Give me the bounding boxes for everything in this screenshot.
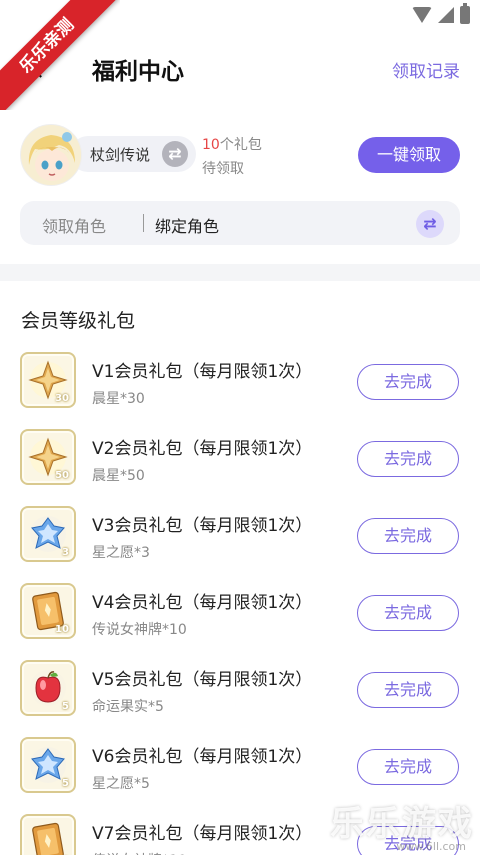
complete-task-button[interactable]: 去完成 (357, 364, 459, 400)
status-bar (0, 0, 480, 32)
quantity-badge: 50 (55, 470, 69, 481)
swap-icon[interactable]: ⇄ (162, 141, 188, 167)
gift-reward: 晨星*50 (92, 468, 145, 484)
blue-gem-icon: 5 (20, 737, 76, 793)
quantity-badge: 10 (55, 624, 69, 635)
role-name: 杖剑传说 (90, 146, 151, 164)
card-icon: 10 (20, 583, 76, 639)
user-summary: 杖剑传说 ⇄ 10个礼包 待领取 一键领取 (0, 122, 480, 192)
complete-task-button[interactable]: 去完成 (357, 672, 459, 708)
gift-row: 3 V3会员礼包（每月限领1次） 星之愿*3 去完成 (0, 506, 480, 566)
gift-title: V2会员礼包（每月限领1次） (92, 439, 313, 459)
divider (143, 214, 144, 232)
gift-reward: 晨星*30 (92, 391, 145, 407)
header: 福利中心 领取记录 (0, 40, 480, 96)
bind-role-row[interactable]: 领取角色 绑定角色 ⇄ (20, 201, 460, 245)
brand-watermark: 乐乐游戏 (330, 804, 474, 844)
back-button[interactable] (26, 54, 56, 84)
gift-reward: 传说女神牌*10 (92, 622, 187, 638)
complete-task-button[interactable]: 去完成 (357, 595, 459, 631)
red-fruit-icon: 5 (20, 660, 76, 716)
pending-label: 待领取 (202, 161, 244, 177)
battery-icon (460, 3, 470, 24)
gift-reward: 命运果实*5 (92, 699, 164, 715)
wifi-icon (412, 7, 432, 23)
gift-title: V4会员礼包（每月限领1次） (92, 593, 313, 613)
gift-count: 10个礼包 (202, 137, 262, 153)
complete-task-button[interactable]: 去完成 (357, 518, 459, 554)
gift-row: 50 V2会员礼包（每月限领1次） 晨星*50 去完成 (0, 429, 480, 489)
quantity-badge: 5 (62, 778, 69, 789)
gift-title: V6会员礼包（每月限领1次） (92, 747, 313, 767)
bind-role-label: 领取角色 (42, 217, 107, 236)
section-divider (0, 264, 480, 281)
quantity-badge: 30 (55, 393, 69, 404)
bind-role-value: 绑定角色 (155, 217, 220, 236)
claim-all-button[interactable]: 一键领取 (358, 137, 460, 173)
role-switch[interactable]: 杖剑传说 ⇄ (70, 136, 196, 172)
gift-title: V3会员礼包（每月限领1次） (92, 516, 313, 536)
blue-gem-icon: 3 (20, 506, 76, 562)
gift-row: 10 V4会员礼包（每月限领1次） 传说女神牌*10 去完成 (0, 583, 480, 643)
gift-title: V7会员礼包（每月限领1次） (92, 824, 313, 844)
gift-reward: 传说女神牌*10 (92, 850, 187, 855)
star-crystal-icon: 30 (20, 352, 76, 408)
gift-reward: 星之愿*3 (92, 545, 150, 561)
claim-records-link[interactable]: 领取记录 (392, 57, 460, 82)
swap-icon[interactable]: ⇄ (416, 210, 444, 238)
gift-title: V5会员礼包（每月限领1次） (92, 670, 313, 690)
quantity-badge: 3 (62, 547, 69, 558)
brand-watermark-url: www.6ll.com (396, 840, 466, 853)
gift-row: 30 V1会员礼包（每月限领1次） 晨星*30 去完成 (0, 352, 480, 412)
gift-title: V1会员礼包（每月限领1次） (92, 362, 313, 382)
quantity-badge: 5 (62, 701, 69, 712)
gift-row: 5 V6会员礼包（每月限领1次） 星之愿*5 去完成 (0, 737, 480, 797)
section-title: 会员等级礼包 (21, 310, 136, 332)
avatar (20, 124, 82, 186)
page-title: 福利中心 (92, 59, 184, 85)
card-icon: 10 (20, 814, 76, 855)
complete-task-button[interactable]: 去完成 (357, 441, 459, 477)
star-crystal-icon: 50 (20, 429, 76, 485)
gift-row: 5 V5会员礼包（每月限领1次） 命运果实*5 去完成 (0, 660, 480, 720)
complete-task-button[interactable]: 去完成 (357, 749, 459, 785)
signal-icon (438, 7, 454, 23)
gift-reward: 星之愿*5 (92, 776, 150, 792)
